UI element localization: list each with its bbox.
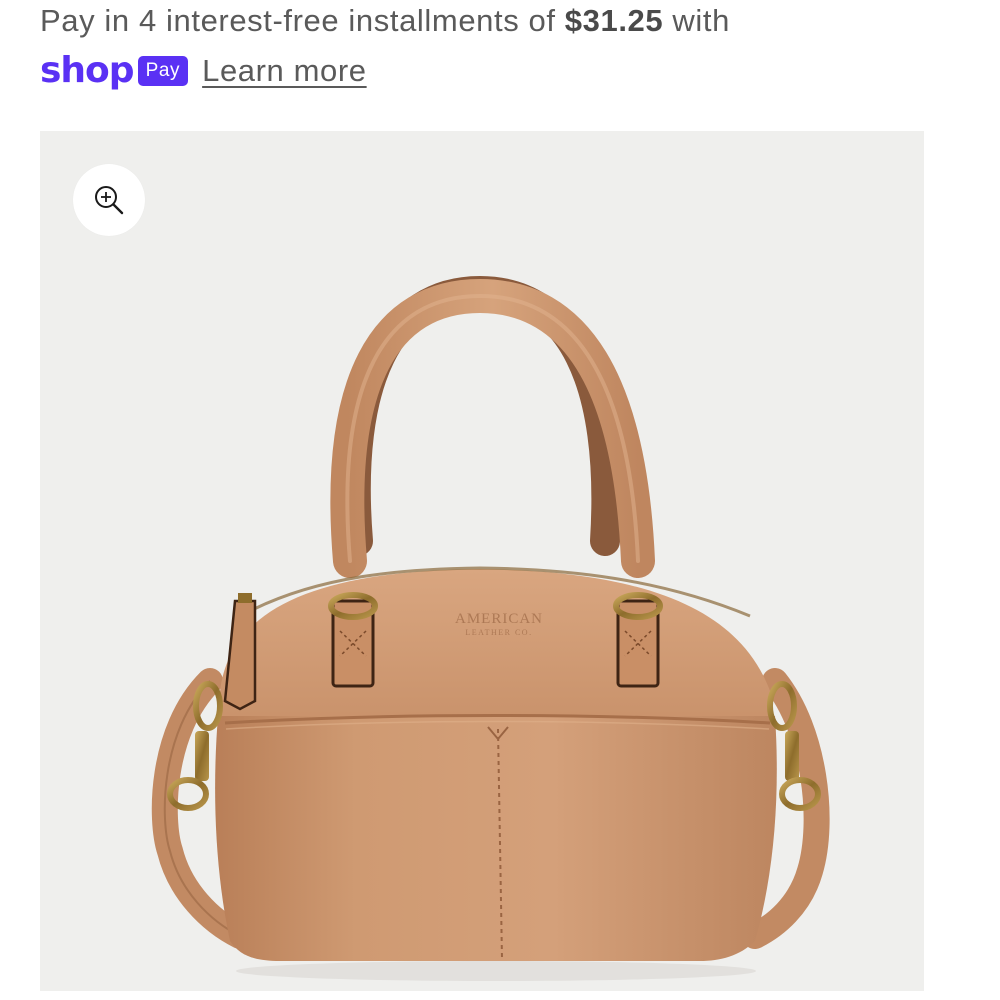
svg-text:LEATHER CO.: LEATHER CO. [465,628,532,637]
svg-text:AMERICAN: AMERICAN [455,611,543,627]
brand-embossing: AMERICAN LEATHER CO. [455,611,543,637]
installments-prefix: Pay in 4 interest-free installments of [40,3,565,38]
shop-pay-row: shop Pay Learn more [40,48,940,94]
zoom-in-icon [95,186,124,215]
installments-suffix: with [663,3,730,38]
pay-badge: Pay [137,56,189,86]
installments-text: Pay in 4 interest-free installments of $… [40,0,940,44]
shop-logo-word: shop [40,50,135,91]
shop-pay-logo: shop Pay [40,48,202,94]
installment-amount: $31.25 [564,3,664,38]
product-page: Pay in 4 interest-free installments of $… [0,0,1000,1000]
product-image[interactable]: AMERICAN LEATHER CO. [40,131,924,991]
shop-pay-installments: Pay in 4 interest-free installments of $… [40,0,940,94]
zoom-button[interactable] [73,164,145,236]
learn-more-link[interactable]: Learn more [202,48,367,94]
product-media: AMERICAN LEATHER CO. [40,131,924,991]
handle-tab-right [613,592,663,688]
bag-body [215,716,777,961]
handle-tab-left [328,592,378,688]
zipper-pull [223,593,257,711]
bag-top [218,569,775,731]
